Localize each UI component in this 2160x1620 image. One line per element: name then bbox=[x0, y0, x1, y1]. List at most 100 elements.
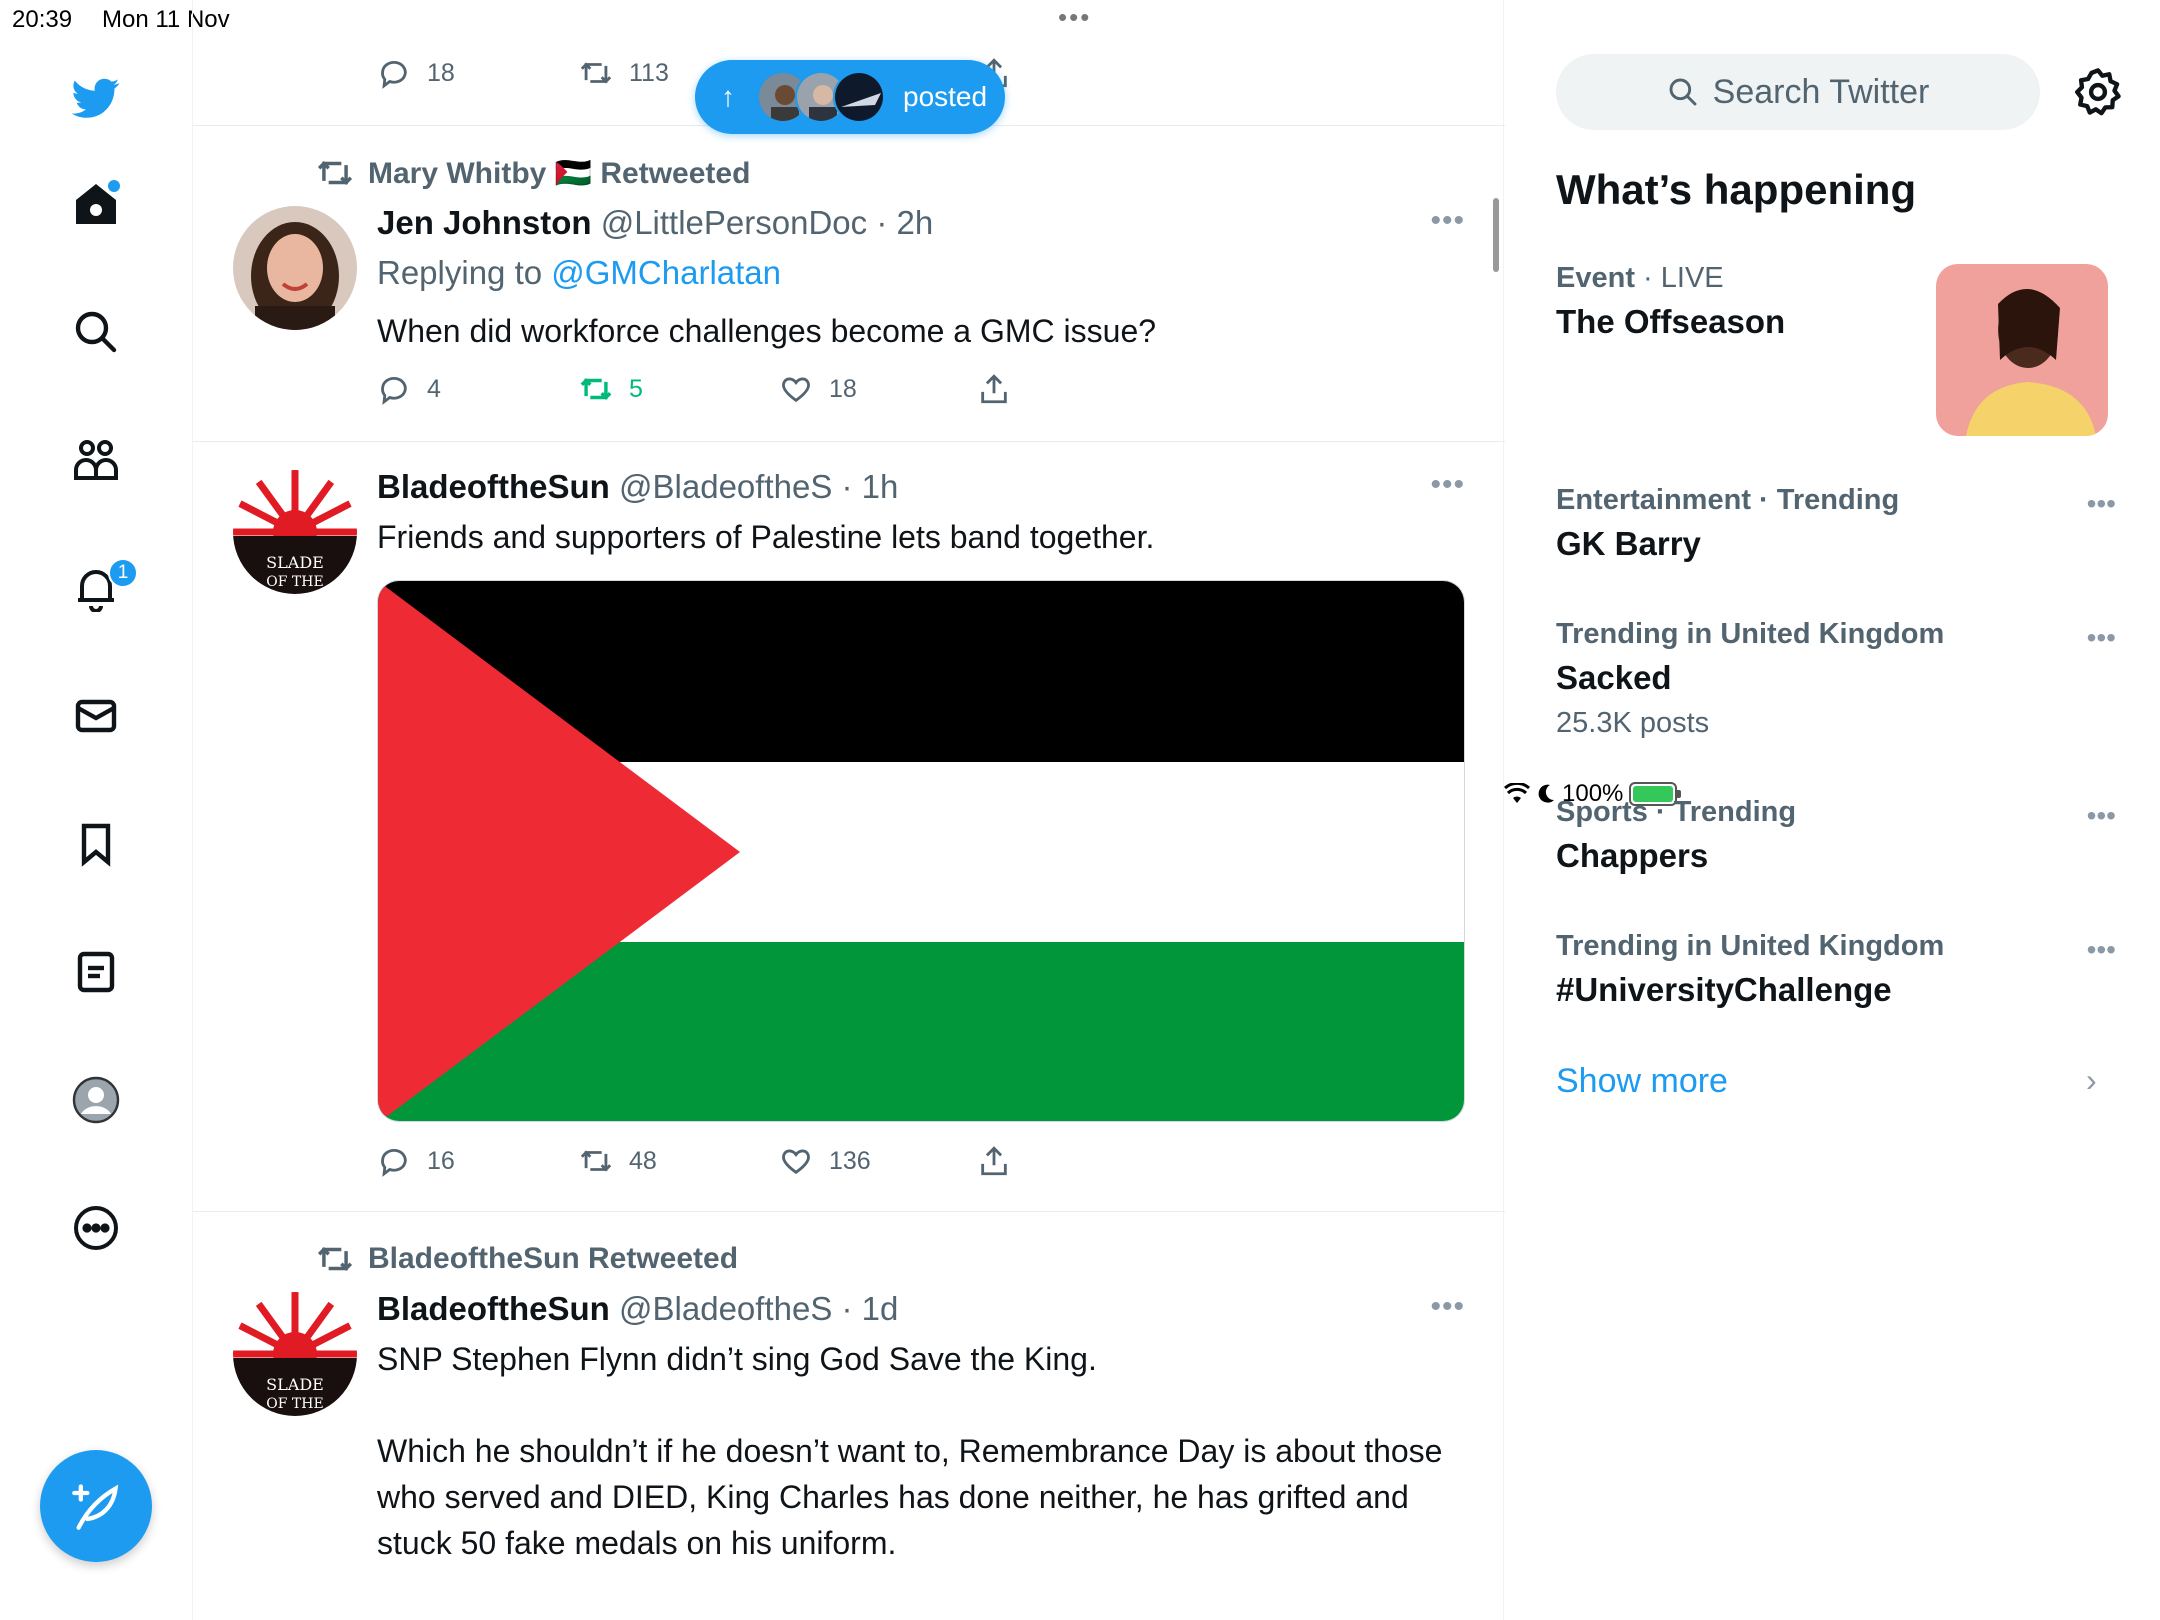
trend-category-label: Event bbox=[1556, 262, 1635, 294]
envelope-icon bbox=[75, 699, 117, 733]
timestamp[interactable]: · 1h bbox=[842, 468, 899, 505]
reply-button[interactable]: 18 bbox=[377, 56, 455, 90]
reply-icon bbox=[381, 1148, 407, 1177]
nav-home[interactable] bbox=[66, 174, 126, 234]
arrow-up-icon: ↑ bbox=[721, 81, 735, 112]
tweet-media-image[interactable] bbox=[377, 580, 1465, 1122]
nav-more[interactable] bbox=[66, 1198, 126, 1258]
trend-title: GK Barry bbox=[1556, 525, 1701, 562]
tweet-more-icon[interactable]: ••• bbox=[1430, 204, 1465, 238]
trend-item[interactable]: Trending in United Kingdom #UniversityCh… bbox=[1556, 930, 2116, 1009]
heart-icon bbox=[782, 1149, 810, 1175]
replying-to-label: Replying to bbox=[377, 254, 552, 291]
search-placeholder: Search Twitter bbox=[1712, 72, 1930, 111]
tweet-text-line: SNP Stephen Flynn didn’t sing God Save t… bbox=[377, 1341, 1097, 1377]
reply-icon bbox=[381, 60, 407, 89]
tweet[interactable]: BladeoftheSun Retweeted SLADE OF THE Bla… bbox=[193, 1212, 1505, 1620]
tweet[interactable]: SLADE OF THE BladeoftheSun @BladeoftheS … bbox=[193, 442, 1505, 1212]
search-icon bbox=[1669, 78, 1697, 106]
timestamp[interactable]: · 2h bbox=[876, 204, 933, 241]
retweet-count: 48 bbox=[629, 1146, 657, 1175]
handle[interactable]: @LittlePersonDoc bbox=[601, 204, 867, 241]
profile-avatar-icon bbox=[72, 1076, 120, 1124]
avatar[interactable]: SLADE OF THE bbox=[233, 1292, 357, 1416]
trend-item[interactable]: Trending in United Kingdom Sacked 25.3K … bbox=[1556, 618, 2116, 740]
feather-plus-icon bbox=[72, 1484, 119, 1530]
reply-button[interactable]: 4 bbox=[377, 372, 441, 406]
svg-text:SLADE: SLADE bbox=[266, 553, 324, 572]
retweet-context: BladeoftheSun Retweeted bbox=[316, 1240, 738, 1278]
retweet-button[interactable]: 113 bbox=[579, 56, 669, 90]
search-input[interactable]: Search Twitter bbox=[1556, 54, 2040, 130]
mention-link[interactable]: @GMCharlatan bbox=[551, 254, 781, 291]
tweet-more-icon[interactable]: ••• bbox=[1430, 468, 1465, 502]
trend-live-label: · LIVE bbox=[1634, 262, 1724, 294]
nav-profile[interactable] bbox=[66, 1070, 126, 1130]
svg-text:SLADE: SLADE bbox=[266, 1375, 324, 1394]
nav-notifications[interactable]: 1 bbox=[66, 558, 138, 618]
retweet-icon bbox=[580, 378, 612, 400]
whats-happening-title: What’s happening bbox=[1556, 166, 1917, 213]
retweet-icon bbox=[317, 1247, 353, 1271]
like-count: 18 bbox=[829, 374, 857, 403]
like-count: 136 bbox=[829, 1146, 871, 1175]
like-button[interactable]: 18 bbox=[779, 372, 857, 406]
like-button[interactable]: 136 bbox=[779, 1144, 871, 1178]
bookmark-icon bbox=[81, 823, 111, 867]
trend-title: Sacked bbox=[1556, 659, 1672, 696]
timeline-scrollbar[interactable] bbox=[1493, 198, 1499, 272]
retweet-icon bbox=[317, 161, 353, 185]
trend-title: Chappers bbox=[1556, 837, 1709, 874]
trend-category: Entertainment · Trending bbox=[1556, 484, 1900, 516]
new-posts-pill[interactable]: ↑ posted bbox=[695, 60, 1005, 134]
share-button[interactable] bbox=[977, 1144, 1011, 1178]
trend-category: Sports · Trending bbox=[1556, 796, 1797, 828]
display-name[interactable]: Jen Johnston bbox=[377, 204, 592, 241]
tweet-text: Friends and supporters of Palestine lets… bbox=[377, 519, 1155, 555]
reply-button[interactable]: 16 bbox=[377, 1144, 455, 1178]
svg-text:OF THE: OF THE bbox=[266, 1396, 323, 1412]
avatar[interactable] bbox=[233, 206, 357, 330]
chevron-right-icon[interactable]: › bbox=[2086, 1062, 2097, 1099]
right-sidebar: Search Twitter What’s happening Event · … bbox=[1504, 40, 2160, 1620]
trend-more-icon[interactable]: ••• bbox=[2087, 622, 2116, 654]
nav-messages[interactable] bbox=[66, 686, 126, 746]
tweet-header: Jen Johnston @LittlePersonDoc · 2h bbox=[377, 204, 933, 242]
nav-explore[interactable] bbox=[66, 302, 126, 362]
trend-item[interactable]: Entertainment · Trending GK Barry bbox=[1556, 484, 2116, 563]
retweet-count: 5 bbox=[629, 374, 643, 403]
reply-count: 18 bbox=[427, 58, 455, 87]
trend-item[interactable]: Sports · Trending Chappers bbox=[1556, 796, 2116, 875]
retweet-context-label: Mary Whitby 🇵🇸 Retweeted bbox=[368, 156, 751, 190]
timestamp[interactable]: · 1d bbox=[842, 1290, 899, 1327]
nav-bookmarks[interactable] bbox=[66, 814, 126, 874]
reply-icon bbox=[381, 376, 407, 405]
nav-lists[interactable] bbox=[66, 942, 126, 1002]
replying-to: Replying to @GMCharlatan bbox=[377, 254, 781, 292]
trend-more-icon[interactable]: ••• bbox=[2087, 488, 2116, 520]
display-name[interactable]: BladeoftheSun bbox=[377, 468, 610, 505]
trend-category: Trending in United Kingdom bbox=[1556, 930, 1945, 962]
handle[interactable]: @BladeoftheS bbox=[619, 468, 832, 505]
trend-more-icon[interactable]: ••• bbox=[2087, 934, 2116, 966]
nav-communities[interactable] bbox=[66, 430, 126, 490]
retweet-button[interactable]: 5 bbox=[579, 372, 643, 406]
show-more-link[interactable]: Show more bbox=[1556, 1062, 1728, 1101]
retweet-button[interactable]: 48 bbox=[579, 1144, 657, 1178]
retweet-context-label: BladeoftheSun Retweeted bbox=[368, 1242, 739, 1275]
search-icon bbox=[75, 311, 117, 353]
tweet-actions: 4 5 18 bbox=[377, 372, 1177, 412]
trend-more-icon[interactable]: ••• bbox=[2087, 800, 2116, 832]
heart-icon bbox=[782, 377, 810, 403]
share-button[interactable] bbox=[977, 372, 1011, 406]
tweet-more-icon[interactable]: ••• bbox=[1430, 1290, 1465, 1324]
event-thumbnail[interactable] bbox=[1936, 264, 2108, 436]
display-name[interactable]: BladeoftheSun bbox=[377, 1290, 610, 1327]
handle[interactable]: @BladeoftheS bbox=[619, 1290, 832, 1327]
communities-icon bbox=[74, 440, 118, 480]
avatar[interactable]: SLADE OF THE bbox=[233, 470, 357, 594]
tweet[interactable]: Mary Whitby 🇵🇸 Retweeted Jen Johnston @L… bbox=[193, 126, 1505, 442]
compose-tweet-button[interactable] bbox=[40, 1450, 152, 1562]
settings-gear-icon[interactable] bbox=[2072, 66, 2124, 118]
twitter-logo-icon[interactable] bbox=[66, 68, 126, 128]
